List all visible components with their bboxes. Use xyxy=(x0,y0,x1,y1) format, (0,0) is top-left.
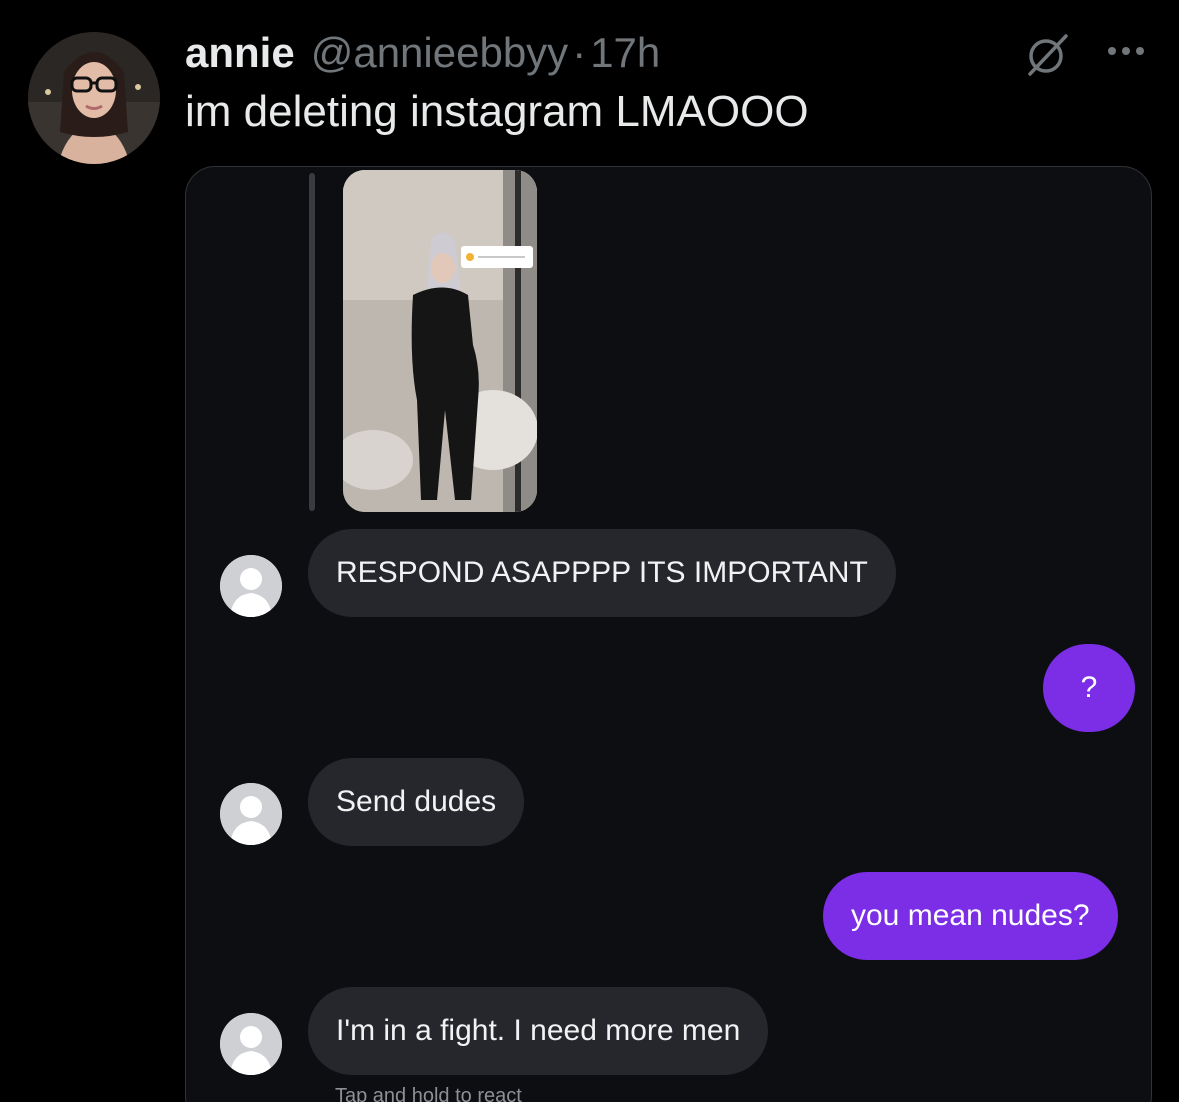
message-bubble-outgoing[interactable]: you mean nudes? xyxy=(823,872,1118,960)
tweet-text: im deleting instagram LMAOOO xyxy=(185,87,809,136)
story-thumbnail[interactable] xyxy=(343,170,537,512)
author-display-name[interactable]: annie xyxy=(185,28,295,78)
story-reply-bar xyxy=(309,173,315,511)
author-avatar[interactable] xyxy=(28,32,160,164)
message-bubble-outgoing[interactable]: ? xyxy=(1043,644,1135,732)
sender-avatar xyxy=(220,1013,282,1075)
react-hint: Tap and hold to react xyxy=(335,1085,522,1102)
message-bubble-incoming[interactable]: Send dudes xyxy=(308,758,525,846)
grok-icon[interactable] xyxy=(1024,30,1072,78)
author-handle[interactable]: @annieebbyy xyxy=(311,28,568,78)
tweet-media-image[interactable]: RESPOND ASAPPPP ITS IMPORTANT ? Send dud… xyxy=(185,166,1152,1102)
tweet-header: annie @annieebbyy · 17h xyxy=(185,28,660,78)
tweet[interactable]: annie @annieebbyy · 17h im deleting inst… xyxy=(0,0,1179,1102)
sender-avatar xyxy=(220,783,282,845)
more-options-icon[interactable] xyxy=(1102,36,1150,66)
sender-avatar xyxy=(220,555,282,617)
message-bubble-incoming[interactable]: I'm in a fight. I need more men xyxy=(308,987,769,1075)
tweet-timestamp[interactable]: 17h xyxy=(590,28,660,78)
header-separator: · xyxy=(572,29,587,76)
message-bubble-incoming[interactable]: RESPOND ASAPPPP ITS IMPORTANT xyxy=(308,529,896,617)
